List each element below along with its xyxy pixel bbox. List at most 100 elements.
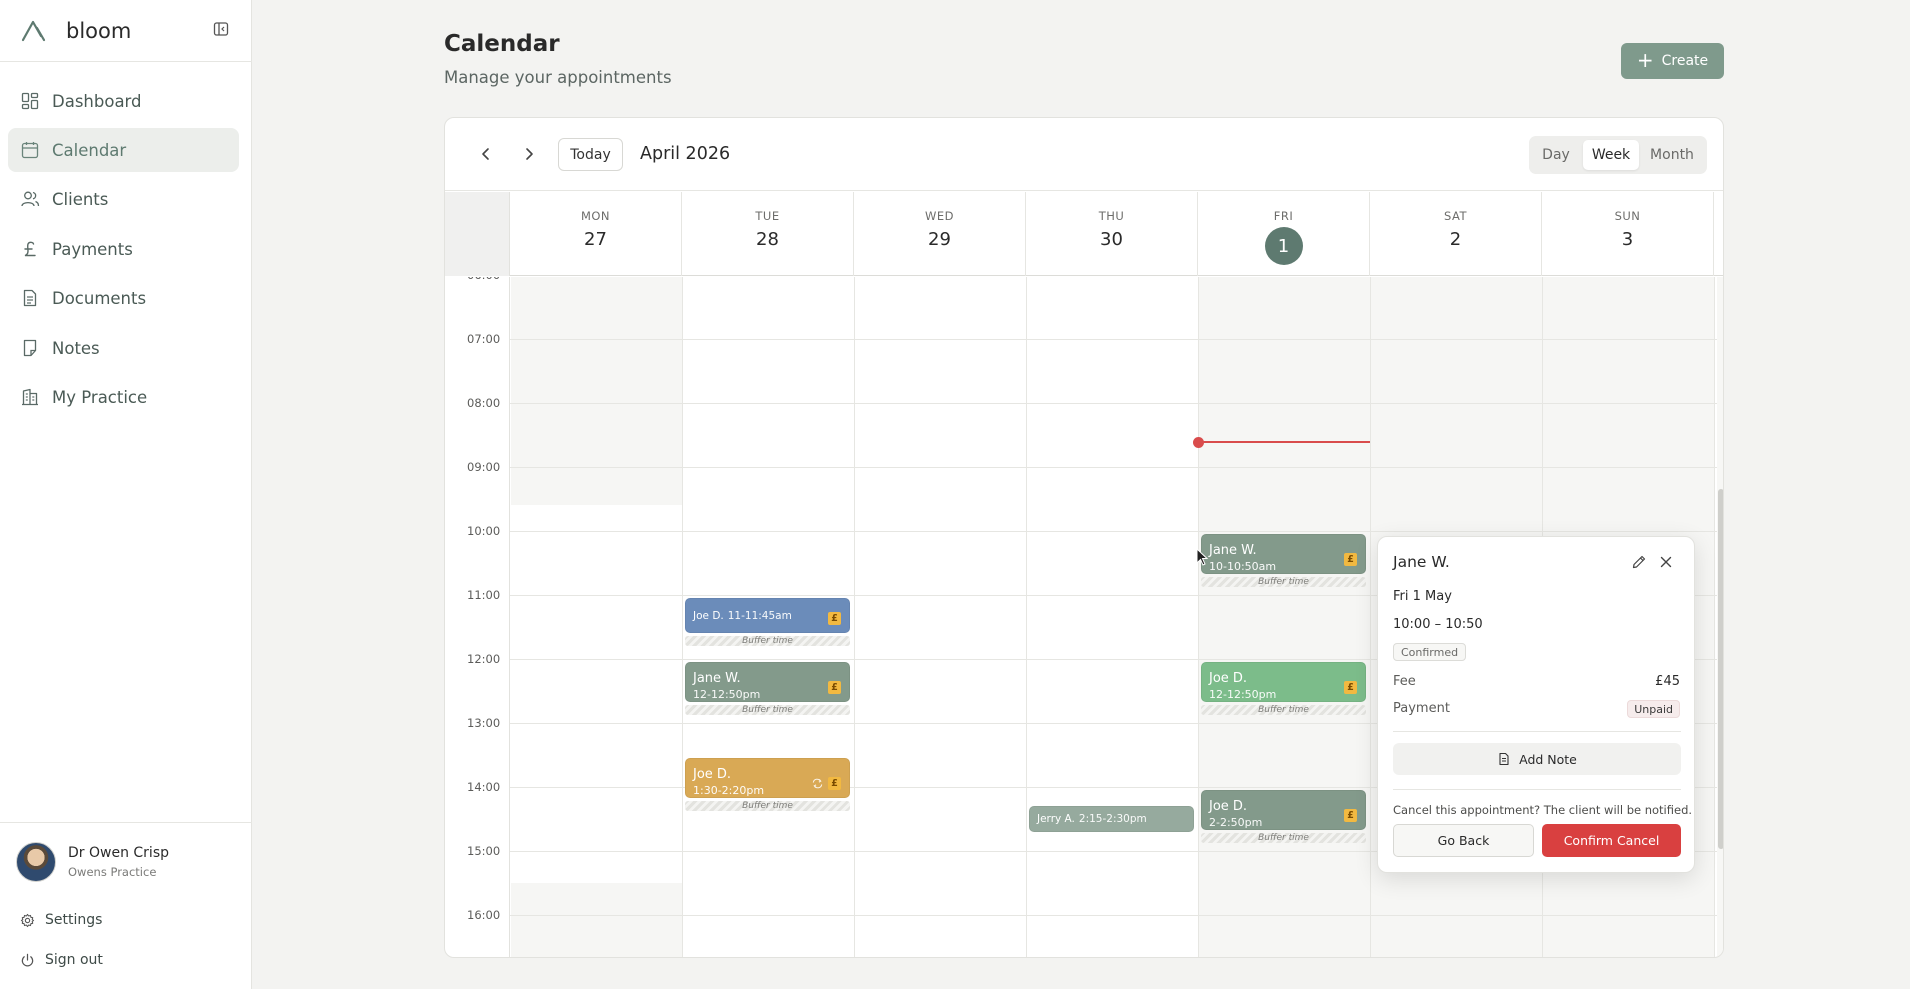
appointment-client: Joe D. <box>1209 799 1248 814</box>
buffer-time: Buffer time <box>1201 705 1366 716</box>
hour-label: 10:00 <box>467 524 501 538</box>
user-profile[interactable]: Dr Owen Crisp Owens Practice <box>16 842 169 882</box>
appointment-block[interactable]: Jane W. 12-12:50pm £ <box>685 662 850 703</box>
unpaid-fee-icon: £ <box>1344 553 1357 567</box>
create-button-label: Create <box>1661 53 1709 69</box>
day-column-header[interactable]: MON 27 <box>510 192 682 276</box>
day-header-row: MON 27 TUE 28 WED 29 THU 30 FRI 1 SAT 2 SUN 3 <box>445 192 1723 276</box>
appointment-block[interactable]: Jane W. 10-10:50am £ <box>1201 534 1366 575</box>
popover-date: Fri 1 May <box>1393 589 1452 604</box>
day-of-week-label: THU <box>1098 209 1125 223</box>
today-button[interactable]: Today <box>558 138 623 171</box>
repeat-icon <box>812 779 823 789</box>
buffer-time: Buffer time <box>1201 577 1366 588</box>
add-note-button[interactable]: Add Note <box>1393 743 1681 775</box>
day-column-header[interactable]: FRI 1 <box>1198 192 1370 276</box>
chevron-right-icon[interactable] <box>517 142 541 166</box>
buffer-time: Buffer time <box>685 801 850 812</box>
current-time-dot <box>1193 436 1204 448</box>
view-month-button[interactable]: Month <box>1642 140 1702 170</box>
date-number: 30 <box>1100 229 1123 250</box>
sidebar-item-notes[interactable]: Notes <box>8 326 239 370</box>
unpaid-fee-icon: £ <box>1344 809 1357 823</box>
appointment-client: Jane W. <box>1209 543 1257 558</box>
sidebar-divider <box>0 822 252 823</box>
popover-client-name: Jane W. <box>1393 553 1450 571</box>
calendar-toolbar: Today April 2026 Day Week Month <box>445 118 1723 191</box>
chevron-left-icon[interactable] <box>474 142 498 166</box>
day-column-header[interactable]: SUN 3 <box>1542 192 1714 276</box>
settings-label: Settings <box>45 912 103 928</box>
appointment-block[interactable]: Joe D. 1:30-2:20pm £ <box>685 758 850 799</box>
pound-icon <box>24 241 36 257</box>
signout-link[interactable]: Sign out <box>20 952 103 968</box>
sidebar-item-label: Clients <box>52 189 109 209</box>
payment-label: Payment <box>1393 701 1450 716</box>
hour-label: 15:00 <box>467 844 501 858</box>
appointment-time: 12-12:50pm <box>693 688 761 701</box>
plus-icon: + <box>1636 48 1654 72</box>
calendar-icon <box>21 142 39 159</box>
sidebar-item-label: Dashboard <box>52 91 142 111</box>
sidebar-divider <box>0 61 252 62</box>
fee-value: £45 <box>1655 674 1680 689</box>
appointment-block[interactable]: Joe D. 12-12:50pm £ <box>1201 662 1366 703</box>
brand[interactable]: bloom <box>20 14 131 48</box>
pencil-icon[interactable] <box>1631 554 1647 570</box>
current-time-line <box>1198 441 1370 444</box>
day-column-header[interactable]: SAT 2 <box>1370 192 1542 276</box>
hour-label: 12:00 <box>467 652 501 666</box>
view-day-button[interactable]: Day <box>1533 140 1579 170</box>
sidebar-collapse-icon[interactable] <box>213 21 229 37</box>
close-icon[interactable] <box>1659 555 1673 569</box>
time-column: 06:00 07:00 08:00 09:00 10:00 11:00 12:00 13:00… <box>445 277 510 957</box>
sidebar-item-label: Documents <box>52 288 147 308</box>
building-icon <box>22 388 38 406</box>
appointment-block[interactable]: Joe D. 11-11:45am £ <box>685 598 850 633</box>
users-icon <box>21 191 40 207</box>
appointment-block[interactable]: Joe D. 2-2:50pm £ <box>1201 790 1366 831</box>
hour-label: 16:00 <box>467 908 501 922</box>
note-icon <box>23 339 37 357</box>
document-icon <box>1499 752 1509 766</box>
date-number: 3 <box>1621 229 1634 250</box>
hour-label: 11:00 <box>467 588 501 602</box>
document-icon <box>23 289 37 307</box>
hour-label: 08:00 <box>467 396 501 410</box>
settings-link[interactable]: Settings <box>20 912 102 928</box>
profile-practice: Owens Practice <box>68 865 157 879</box>
popover-divider <box>1393 789 1681 790</box>
day-column-header[interactable]: THU 30 <box>1026 192 1198 276</box>
power-icon <box>21 953 34 966</box>
add-note-label: Add Note <box>1519 751 1577 767</box>
sidebar-item-documents[interactable]: Documents <box>8 276 239 320</box>
scrollbar-thumb[interactable] <box>1718 489 1723 849</box>
view-switcher: Day Week Month <box>1529 136 1707 174</box>
confirm-cancel-button[interactable]: Confirm Cancel <box>1542 824 1681 857</box>
sidebar-item-calendar[interactable]: Calendar <box>8 128 239 172</box>
sidebar-item-clients[interactable]: Clients <box>8 177 239 221</box>
day-column-divider <box>1198 277 1199 957</box>
page-title: Calendar <box>444 31 560 57</box>
hour-gridline <box>510 915 1717 916</box>
sidebar-item-payments[interactable]: Payments <box>8 227 239 271</box>
view-week-button[interactable]: Week <box>1583 140 1639 170</box>
date-number: 29 <box>928 229 951 250</box>
sidebar-item-my-practice[interactable]: My Practice <box>8 375 239 419</box>
sidebar-item-dashboard[interactable]: Dashboard <box>8 79 239 123</box>
appointment-block[interactable]: Jerry A. 2:15-2:30pm <box>1029 806 1194 832</box>
day-column-divider <box>854 277 855 957</box>
appointment-popover: Jane W. Fri 1 May 10:00 – 10:50 Confirme… <box>1377 536 1695 873</box>
appointment-time: 11-11:45am <box>727 609 792 622</box>
day-column-header[interactable]: WED 29 <box>854 192 1026 276</box>
day-column-header[interactable]: TUE 28 <box>682 192 854 276</box>
status-badge: Confirmed <box>1393 643 1467 661</box>
date-number: 28 <box>756 229 779 250</box>
create-button[interactable]: + Create <box>1621 43 1724 79</box>
today-date-number: 1 <box>1264 227 1303 265</box>
hour-label: 14:00 <box>467 780 501 794</box>
unavailable-slot <box>511 277 682 506</box>
month-label: April 2026 <box>640 144 731 164</box>
hour-gridline <box>510 403 1717 404</box>
go-back-button[interactable]: Go Back <box>1393 824 1534 857</box>
